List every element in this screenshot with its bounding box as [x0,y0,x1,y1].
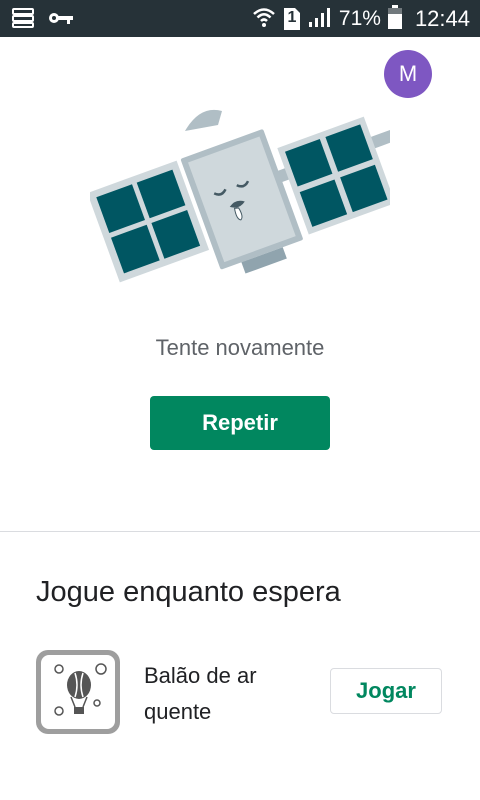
storage-icon [12,8,34,33]
battery-percent: 71% [338,7,381,30]
signal-icon [308,6,332,33]
key-icon [48,11,74,30]
account-avatar[interactable]: M [384,50,432,98]
retry-button[interactable]: Repetir [150,396,330,450]
game-list-item[interactable]: Balão de ar quente Jogar [36,650,456,734]
sim-slot-number: 1 [287,9,297,26]
section-divider [0,531,480,532]
error-message: Tente novamente [155,335,325,360]
sleeping-satellite-illustration [87,105,396,305]
clock: 12:44 [414,6,470,31]
battery-icon [387,4,402,34]
wifi-icon [252,6,276,33]
sim-icon: 1 [283,7,301,31]
game-title: Balão de ar quente [144,658,294,730]
play-button[interactable]: Jogar [330,668,442,714]
game-title-line1: Balão de ar [144,663,257,688]
avatar-letter: M [398,61,418,86]
status-bar: 1 71% 12:44 [0,0,480,37]
games-section-title: Jogue enquanto espera [36,576,341,608]
game-title-line2: quente [144,699,212,724]
hot-air-balloon-icon[interactable] [36,650,120,734]
